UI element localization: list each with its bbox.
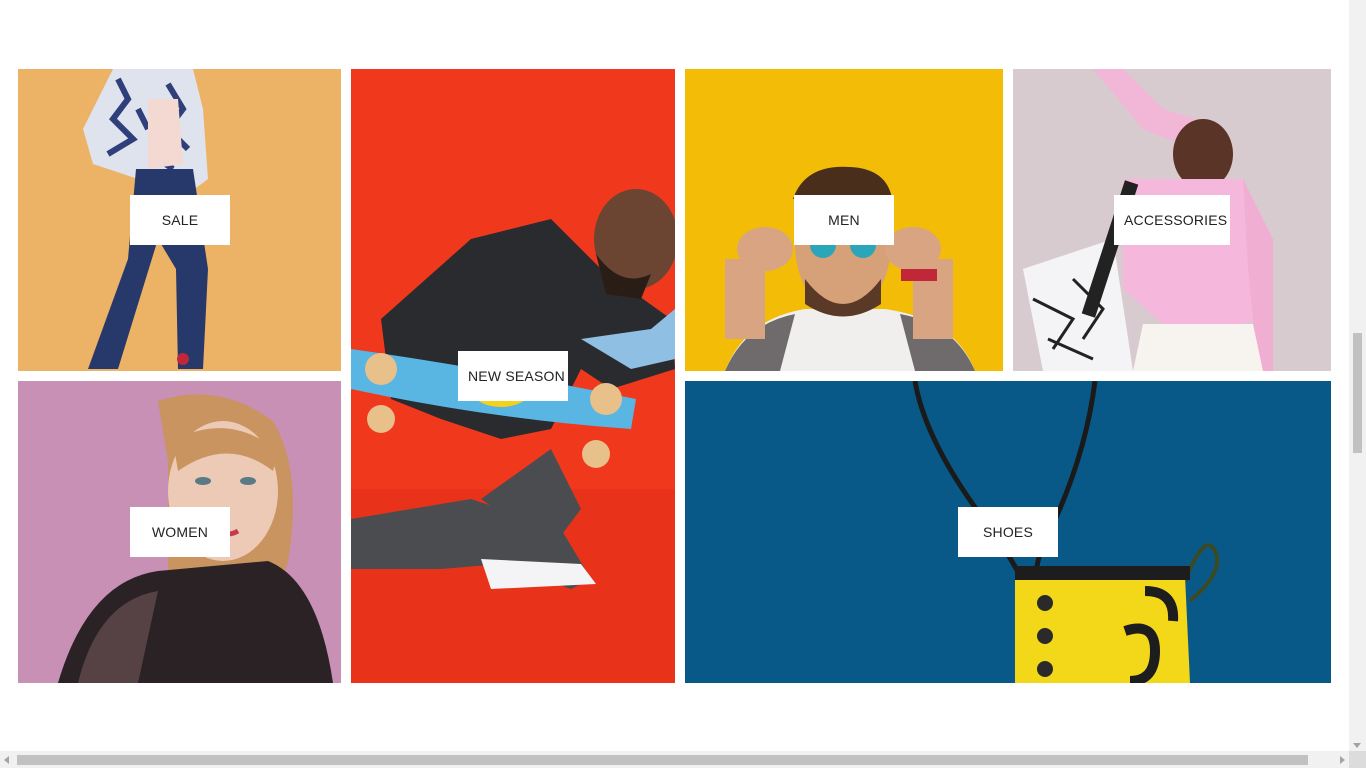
scroll-right-arrow-icon[interactable] (1340, 756, 1345, 764)
category-label[interactable]: SHOES (958, 507, 1058, 557)
category-tile-women[interactable]: WOMEN (18, 381, 341, 683)
category-tile-men[interactable]: MEN (685, 69, 1003, 371)
category-label[interactable]: SALE (130, 195, 230, 245)
category-tile-new-season[interactable]: NEW SEASON (351, 69, 675, 683)
horizontal-scrollbar-thumb[interactable] (17, 755, 1308, 765)
vertical-scrollbar-thumb[interactable] (1353, 333, 1362, 453)
category-tile-sale[interactable]: SALE (18, 69, 341, 371)
scroll-left-arrow-icon[interactable] (4, 756, 9, 764)
category-tile-accessories[interactable]: ACCESSORIES (1013, 69, 1331, 371)
category-label[interactable]: MEN (794, 195, 894, 245)
horizontal-scrollbar[interactable] (0, 751, 1349, 768)
vertical-scrollbar[interactable] (1349, 0, 1366, 751)
category-tile-shoes[interactable]: SHOES (685, 381, 1331, 683)
scrollbar-corner (1349, 751, 1366, 768)
category-grid-page: SALE NEW SEASON MEN ACCESSORIES WOMEN SH… (0, 0, 1366, 768)
category-label[interactable]: ACCESSORIES (1114, 195, 1230, 245)
scroll-down-arrow-icon[interactable] (1353, 743, 1361, 748)
category-label[interactable]: WOMEN (130, 507, 230, 557)
category-label[interactable]: NEW SEASON (458, 351, 568, 401)
